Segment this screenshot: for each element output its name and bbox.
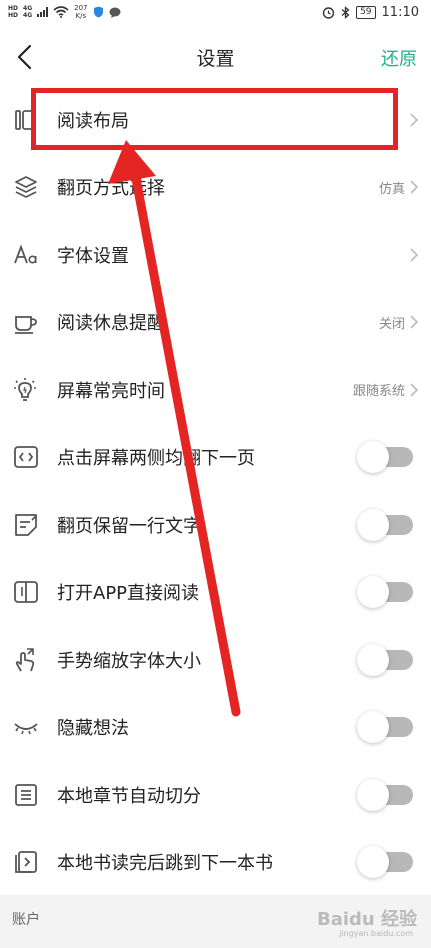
settings-row[interactable]: 翻页保留一行文字 <box>0 491 431 559</box>
settings-row[interactable]: 本地章节自动切分 <box>0 761 431 829</box>
toggle-switch[interactable] <box>357 643 415 676</box>
settings-row-label: 本地书读完后跳到下一本书 <box>57 853 273 875</box>
sim2-label: HD <box>8 12 19 19</box>
eye-closed-icon <box>12 713 40 741</box>
settings-row-label: 本地章节自动切分 <box>57 785 201 807</box>
network-speed: 207 K/s <box>74 4 87 20</box>
cup-icon <box>12 308 40 336</box>
toggle-switch[interactable] <box>357 778 415 811</box>
watermark-url: jingyan.baidu.com <box>339 929 413 938</box>
toggle-switch[interactable] <box>357 846 415 879</box>
chevron-right-icon <box>410 383 419 397</box>
settings-row[interactable]: 阅读休息提醒 关闭 <box>0 289 431 357</box>
alarm-icon <box>322 6 335 19</box>
settings-row[interactable]: 隐藏想法 <box>0 694 431 762</box>
settings-row-label: 点击屏幕两侧均翻下一页 <box>57 448 255 470</box>
battery-level: 59 <box>356 5 376 19</box>
settings-row[interactable]: 屏幕常亮时间 跟随系统 <box>0 356 431 424</box>
reading-layout-icon <box>12 106 40 134</box>
settings-row-detail[interactable] <box>409 112 419 128</box>
layers-icon <box>12 173 40 201</box>
code-icon <box>12 443 40 471</box>
status-bar: HD HD 4G 4G 207 K/s 59 11:10 <box>0 0 431 24</box>
next-book-icon <box>12 848 40 876</box>
chevron-right-icon <box>410 113 419 127</box>
toggle-knob <box>357 778 389 811</box>
settings-row-detail[interactable]: 关闭 <box>379 313 419 332</box>
settings-row[interactable]: 点击屏幕两侧均翻下一页 <box>0 424 431 492</box>
toggle-knob <box>357 576 389 609</box>
status-right: 59 11:10 <box>322 5 419 20</box>
gesture-icon <box>12 646 40 674</box>
settings-row-label: 字体设置 <box>57 245 129 267</box>
page-title: 设置 <box>196 47 235 70</box>
settings-row-label: 手势缩放字体大小 <box>57 650 201 672</box>
wifi-icon <box>53 6 69 18</box>
settings-row-label: 翻页方式选择 <box>57 178 165 200</box>
network2-label: 4G <box>23 12 33 19</box>
back-arrow-icon[interactable] <box>14 44 38 70</box>
settings-row-label: 阅读休息提醒 <box>57 313 165 335</box>
settings-row[interactable]: 阅读布局 <box>0 86 431 154</box>
settings-row-label: 翻页保留一行文字 <box>57 515 201 537</box>
settings-row-value: 跟随系统 <box>352 384 405 400</box>
chevron-right-icon <box>410 248 419 262</box>
toggle-knob <box>357 508 389 541</box>
chevron-right-icon <box>410 180 419 194</box>
signal-icon <box>37 7 49 17</box>
account-section: 账户 Baidu 经验 jingyan.baidu.com <box>0 895 431 948</box>
note-icon <box>12 511 40 539</box>
sim1-label: HD <box>8 5 19 12</box>
settings-row[interactable]: 翻页方式选择 仿真 <box>0 154 431 222</box>
shield-icon <box>93 6 103 18</box>
restore-button[interactable]: 还原 <box>381 45 417 71</box>
settings-row-detail[interactable]: 仿真 <box>379 178 419 197</box>
chat-bubble-icon <box>109 7 120 18</box>
settings-row[interactable]: 手势缩放字体大小 <box>0 626 431 694</box>
watermark-logo: Baidu 经验 <box>316 909 417 930</box>
settings-row[interactable]: 本地书读完后跳到下一本书 <box>0 829 431 897</box>
settings-row[interactable]: 打开APP直接阅读 <box>0 559 431 627</box>
settings-row-label: 隐藏想法 <box>57 718 129 740</box>
network1-label: 4G <box>23 5 33 12</box>
settings-row-label: 打开APP直接阅读 <box>57 583 200 605</box>
settings-row-label: 阅读布局 <box>57 110 129 132</box>
toggle-knob <box>357 846 389 879</box>
chevron-right-icon <box>410 315 419 329</box>
speed-unit: K/s <box>75 12 87 20</box>
toggle-knob <box>357 643 389 676</box>
settings-row[interactable]: 字体设置 <box>0 221 431 289</box>
settings-row-detail[interactable] <box>409 247 419 263</box>
bluetooth-icon <box>341 5 350 19</box>
network-indicators: 4G 4G <box>23 5 32 19</box>
clock: 11:10 <box>381 4 419 20</box>
toggle-switch[interactable] <box>357 711 415 744</box>
sim-indicators: HD HD <box>8 5 18 19</box>
status-left: HD HD 4G 4G 207 K/s <box>8 4 121 20</box>
settings-row-detail[interactable]: 跟随系统 <box>353 380 419 399</box>
speed-value: 207 <box>74 4 88 12</box>
book-icon <box>12 578 40 606</box>
settings-row-value: 关闭 <box>378 316 405 332</box>
toggle-switch[interactable] <box>357 441 415 474</box>
toggle-knob <box>357 711 389 744</box>
settings-row-label: 屏幕常亮时间 <box>57 380 165 402</box>
list-icon <box>12 781 40 809</box>
nav-bar: 设置 还原 <box>0 34 431 80</box>
toggle-switch[interactable] <box>357 508 415 541</box>
font-icon <box>12 241 40 269</box>
settings-list: 阅读布局翻页方式选择 仿真字体设置阅读休息提醒 关闭屏幕常亮时间 跟随系统点击屏幕两侧… <box>0 86 431 896</box>
bulb-icon <box>12 376 40 404</box>
toggle-knob <box>357 441 389 474</box>
account-section-header: 账户 <box>12 912 40 928</box>
toggle-switch[interactable] <box>357 576 415 609</box>
settings-row-value: 仿真 <box>378 181 405 197</box>
